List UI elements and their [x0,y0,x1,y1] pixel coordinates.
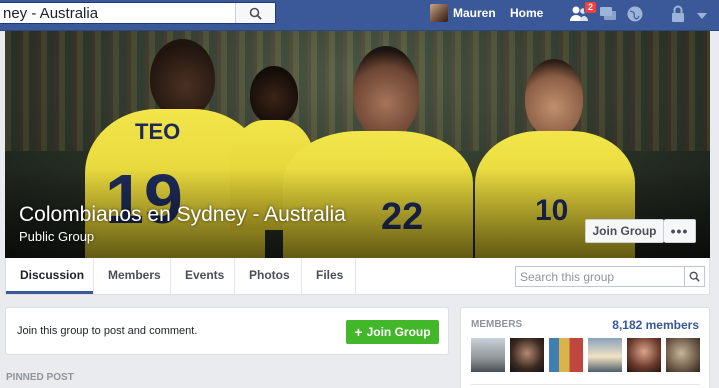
group-tabs-bar: Discussion Members Events Photos Files S… [5,258,710,295]
members-count-link[interactable]: 8,182 members [612,318,699,332]
tab-members[interactable]: Members [94,258,171,294]
global-search-input[interactable]: ney - Australia [0,5,235,22]
home-link[interactable]: Home [510,6,543,20]
tab-photos[interactable]: Photos [235,258,302,294]
join-prompt-card: Join this group to post and comment. + J… [5,307,449,355]
top-navigation-bar: ney - Australia Mauren Home 2 [0,0,719,31]
messages-icon[interactable] [599,5,617,26]
pinned-post-heading: PINNED POST [6,372,74,383]
group-title[interactable]: Colombianos en Sydney - Australia [19,203,346,227]
group-privacy-label: Public Group [19,229,95,244]
group-cover-photo: TEO 19 22 10 Colombianos en Sydney - Aus… [5,31,710,258]
jersey-name-text: TEO [135,119,181,144]
search-icon [689,271,700,282]
account-menu-chevron-down-icon[interactable] [697,9,707,23]
search-button[interactable] [235,3,275,23]
join-prompt-text: Join this group to post and comment. [17,325,198,337]
more-options-button[interactable]: ••• [664,219,696,243]
group-search-box[interactable]: Search this group [515,266,705,287]
group-search-button[interactable] [684,267,704,286]
member-avatar[interactable] [549,338,583,372]
join-group-button-cover[interactable]: Join Group [585,219,664,243]
member-avatar[interactable] [510,338,544,372]
search-icon [249,7,262,20]
members-card: MEMBERS 8,182 members [460,307,710,388]
plus-icon: + [354,324,363,340]
member-avatar[interactable] [588,338,622,372]
privacy-shortcuts-icon[interactable] [670,5,686,26]
group-search-input[interactable]: Search this group [516,270,684,284]
notifications-globe-icon[interactable] [626,5,644,26]
active-tab-indicator [6,291,93,294]
tab-discussion[interactable]: Discussion [6,258,94,294]
member-avatar[interactable] [666,338,700,372]
members-heading[interactable]: MEMBERS [471,319,522,330]
tab-events[interactable]: Events [171,258,235,294]
join-group-button-label: Join Group [366,325,431,339]
global-search-box[interactable]: ney - Australia [0,2,276,24]
member-avatar[interactable] [627,338,661,372]
profile-link[interactable]: Mauren [453,6,496,20]
tab-files[interactable]: Files [302,258,356,294]
friend-requests-badge: 2 [584,1,598,14]
join-group-button[interactable]: + Join Group [346,320,439,344]
member-avatar[interactable] [471,338,505,372]
profile-avatar[interactable] [430,4,448,22]
